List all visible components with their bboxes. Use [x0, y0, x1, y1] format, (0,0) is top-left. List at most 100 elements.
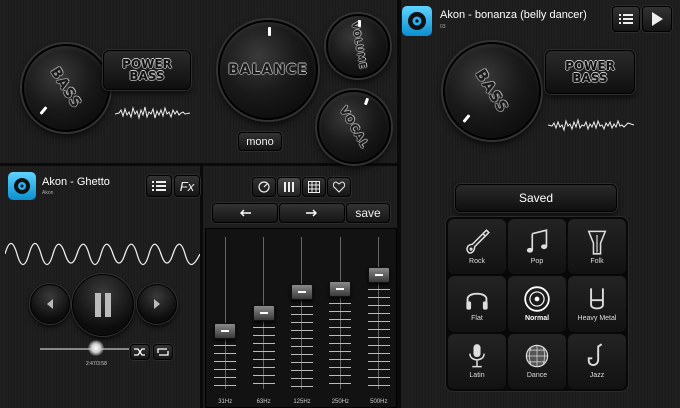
eq-slider-handle[interactable] — [290, 283, 313, 300]
track-artist: Akon — [42, 190, 54, 196]
tab-equalizer[interactable] — [277, 177, 301, 197]
eq-tick — [290, 386, 313, 387]
eq-tick — [367, 377, 390, 378]
equalizer-panel: 31Hz 63Hz 125Hz 250Hz 500Hz — [205, 228, 397, 408]
eq-frequency-label: 31Hz — [218, 399, 233, 405]
preset-label: Latin — [469, 372, 485, 380]
track-number: 03 — [440, 24, 446, 30]
eq-tick — [329, 311, 352, 312]
eq-tick — [329, 367, 352, 368]
preset-latin[interactable]: Latin — [448, 333, 506, 389]
preset-label: Flat — [471, 314, 483, 322]
eq-tick — [329, 327, 352, 328]
eq-band-63hz[interactable]: 63Hz — [244, 229, 282, 407]
volume-knob-label: VOLUME — [348, 21, 368, 71]
preset-rock[interactable]: Rock — [448, 219, 506, 275]
tab-effects[interactable] — [252, 177, 276, 197]
eq-tick — [367, 353, 390, 354]
preset-dance[interactable]: Dance — [508, 333, 566, 389]
album-art-icon-right[interactable] — [402, 6, 432, 36]
eq-tick — [290, 306, 313, 307]
volume-knob[interactable]: VOLUME — [326, 14, 390, 78]
eq-tick — [367, 305, 390, 306]
eq-tick — [290, 370, 313, 371]
bass-knob-label: BASS — [47, 64, 85, 112]
seek-bar[interactable] — [40, 348, 130, 350]
eq-tick — [329, 303, 352, 304]
saved-presets-button[interactable]: Saved — [455, 184, 617, 212]
play-icon — [652, 12, 663, 26]
vocal-knob[interactable]: VOCAL — [317, 90, 391, 164]
next-button[interactable] — [137, 284, 177, 324]
speaker-icon — [408, 12, 426, 30]
eq-tick — [214, 345, 237, 346]
eq-tick — [329, 359, 352, 360]
eq-tick-marks — [329, 229, 352, 407]
list-icon — [152, 181, 166, 191]
play-button-right[interactable] — [642, 6, 672, 32]
tab-favorites[interactable] — [327, 177, 351, 197]
speaker-icon — [14, 178, 30, 194]
banjo-icon — [587, 230, 607, 255]
eq-tick — [290, 378, 313, 379]
eq-next-preset-button[interactable] — [279, 203, 345, 223]
bass-knob[interactable]: BASS — [22, 44, 110, 132]
previous-button[interactable] — [30, 284, 70, 324]
eq-tick — [367, 337, 390, 338]
eq-slider-handle[interactable] — [252, 305, 275, 321]
preset-flat[interactable]: Flat — [448, 276, 506, 332]
mono-button[interactable]: mono — [238, 132, 282, 151]
eq-save-button[interactable]: save — [346, 203, 390, 223]
eq-slider-handle[interactable] — [214, 323, 237, 340]
seek-handle[interactable] — [88, 340, 104, 356]
preset-folk[interactable]: Folk — [568, 219, 626, 275]
vocal-knob-label: VOCAL — [336, 103, 372, 151]
eq-tick — [252, 343, 275, 344]
eq-tick — [367, 345, 390, 346]
eq-slider-handle[interactable] — [367, 267, 390, 283]
eq-tick — [252, 359, 275, 360]
guitar-icon — [466, 228, 490, 254]
preset-normal[interactable]: Normal — [508, 276, 566, 332]
eq-slider-handle[interactable] — [329, 280, 352, 297]
album-art-icon[interactable] — [8, 172, 36, 200]
preset-heavy-metal[interactable]: Heavy Metal — [568, 276, 626, 332]
vocal-knob-indicator — [363, 97, 370, 106]
bass-knob-right[interactable]: BASS — [443, 42, 541, 140]
eq-tick — [214, 377, 237, 378]
playlist-button[interactable] — [146, 175, 172, 197]
eq-tick — [252, 375, 275, 376]
eq-tick — [214, 385, 237, 386]
preset-label: Normal — [524, 314, 550, 322]
tab-grid[interactable] — [302, 177, 326, 197]
eq-band-31hz[interactable]: 31Hz — [206, 229, 244, 407]
preset-label: Pop — [530, 257, 544, 265]
next-icon — [154, 299, 160, 309]
preset-label: Folk — [590, 257, 604, 265]
microphone-icon — [469, 344, 485, 368]
eq-frequency-label: 500Hz — [370, 399, 388, 405]
eq-band-125hz[interactable]: 125Hz — [283, 229, 321, 407]
play-pause-button[interactable] — [72, 274, 134, 336]
track-title-right: Akon - bonanza (belly dancer) — [440, 9, 587, 21]
playlist-button-right[interactable] — [612, 6, 640, 32]
eq-frequency-label: 250Hz — [331, 399, 350, 405]
fx-button[interactable]: Fx — [174, 175, 200, 197]
power-bass-label-line2-right: BASS — [572, 71, 608, 85]
balance-knob[interactable]: BALANCE — [218, 20, 318, 120]
repeat-button[interactable] — [153, 344, 173, 360]
previous-icon — [47, 299, 53, 309]
eq-tick — [367, 297, 390, 298]
shuffle-button[interactable] — [130, 344, 150, 360]
eq-band-500hz[interactable]: 500Hz — [360, 229, 398, 407]
eq-prev-preset-button[interactable] — [212, 203, 278, 223]
preset-jazz[interactable]: Jazz — [568, 333, 626, 389]
eq-band-250hz[interactable]: 250Hz — [321, 229, 359, 407]
power-bass-button[interactable]: POWER BASS — [103, 50, 191, 90]
preset-grid: Rock Pop Folk Flat Normal Heavy Metal Latin Dan… — [445, 216, 629, 392]
eq-tick — [290, 322, 313, 323]
eq-tick-marks — [367, 229, 390, 407]
eq-frequency-label: 63Hz — [256, 399, 271, 405]
power-bass-button-right[interactable]: POWER BASS — [545, 50, 635, 94]
preset-pop[interactable]: Pop — [508, 219, 566, 275]
